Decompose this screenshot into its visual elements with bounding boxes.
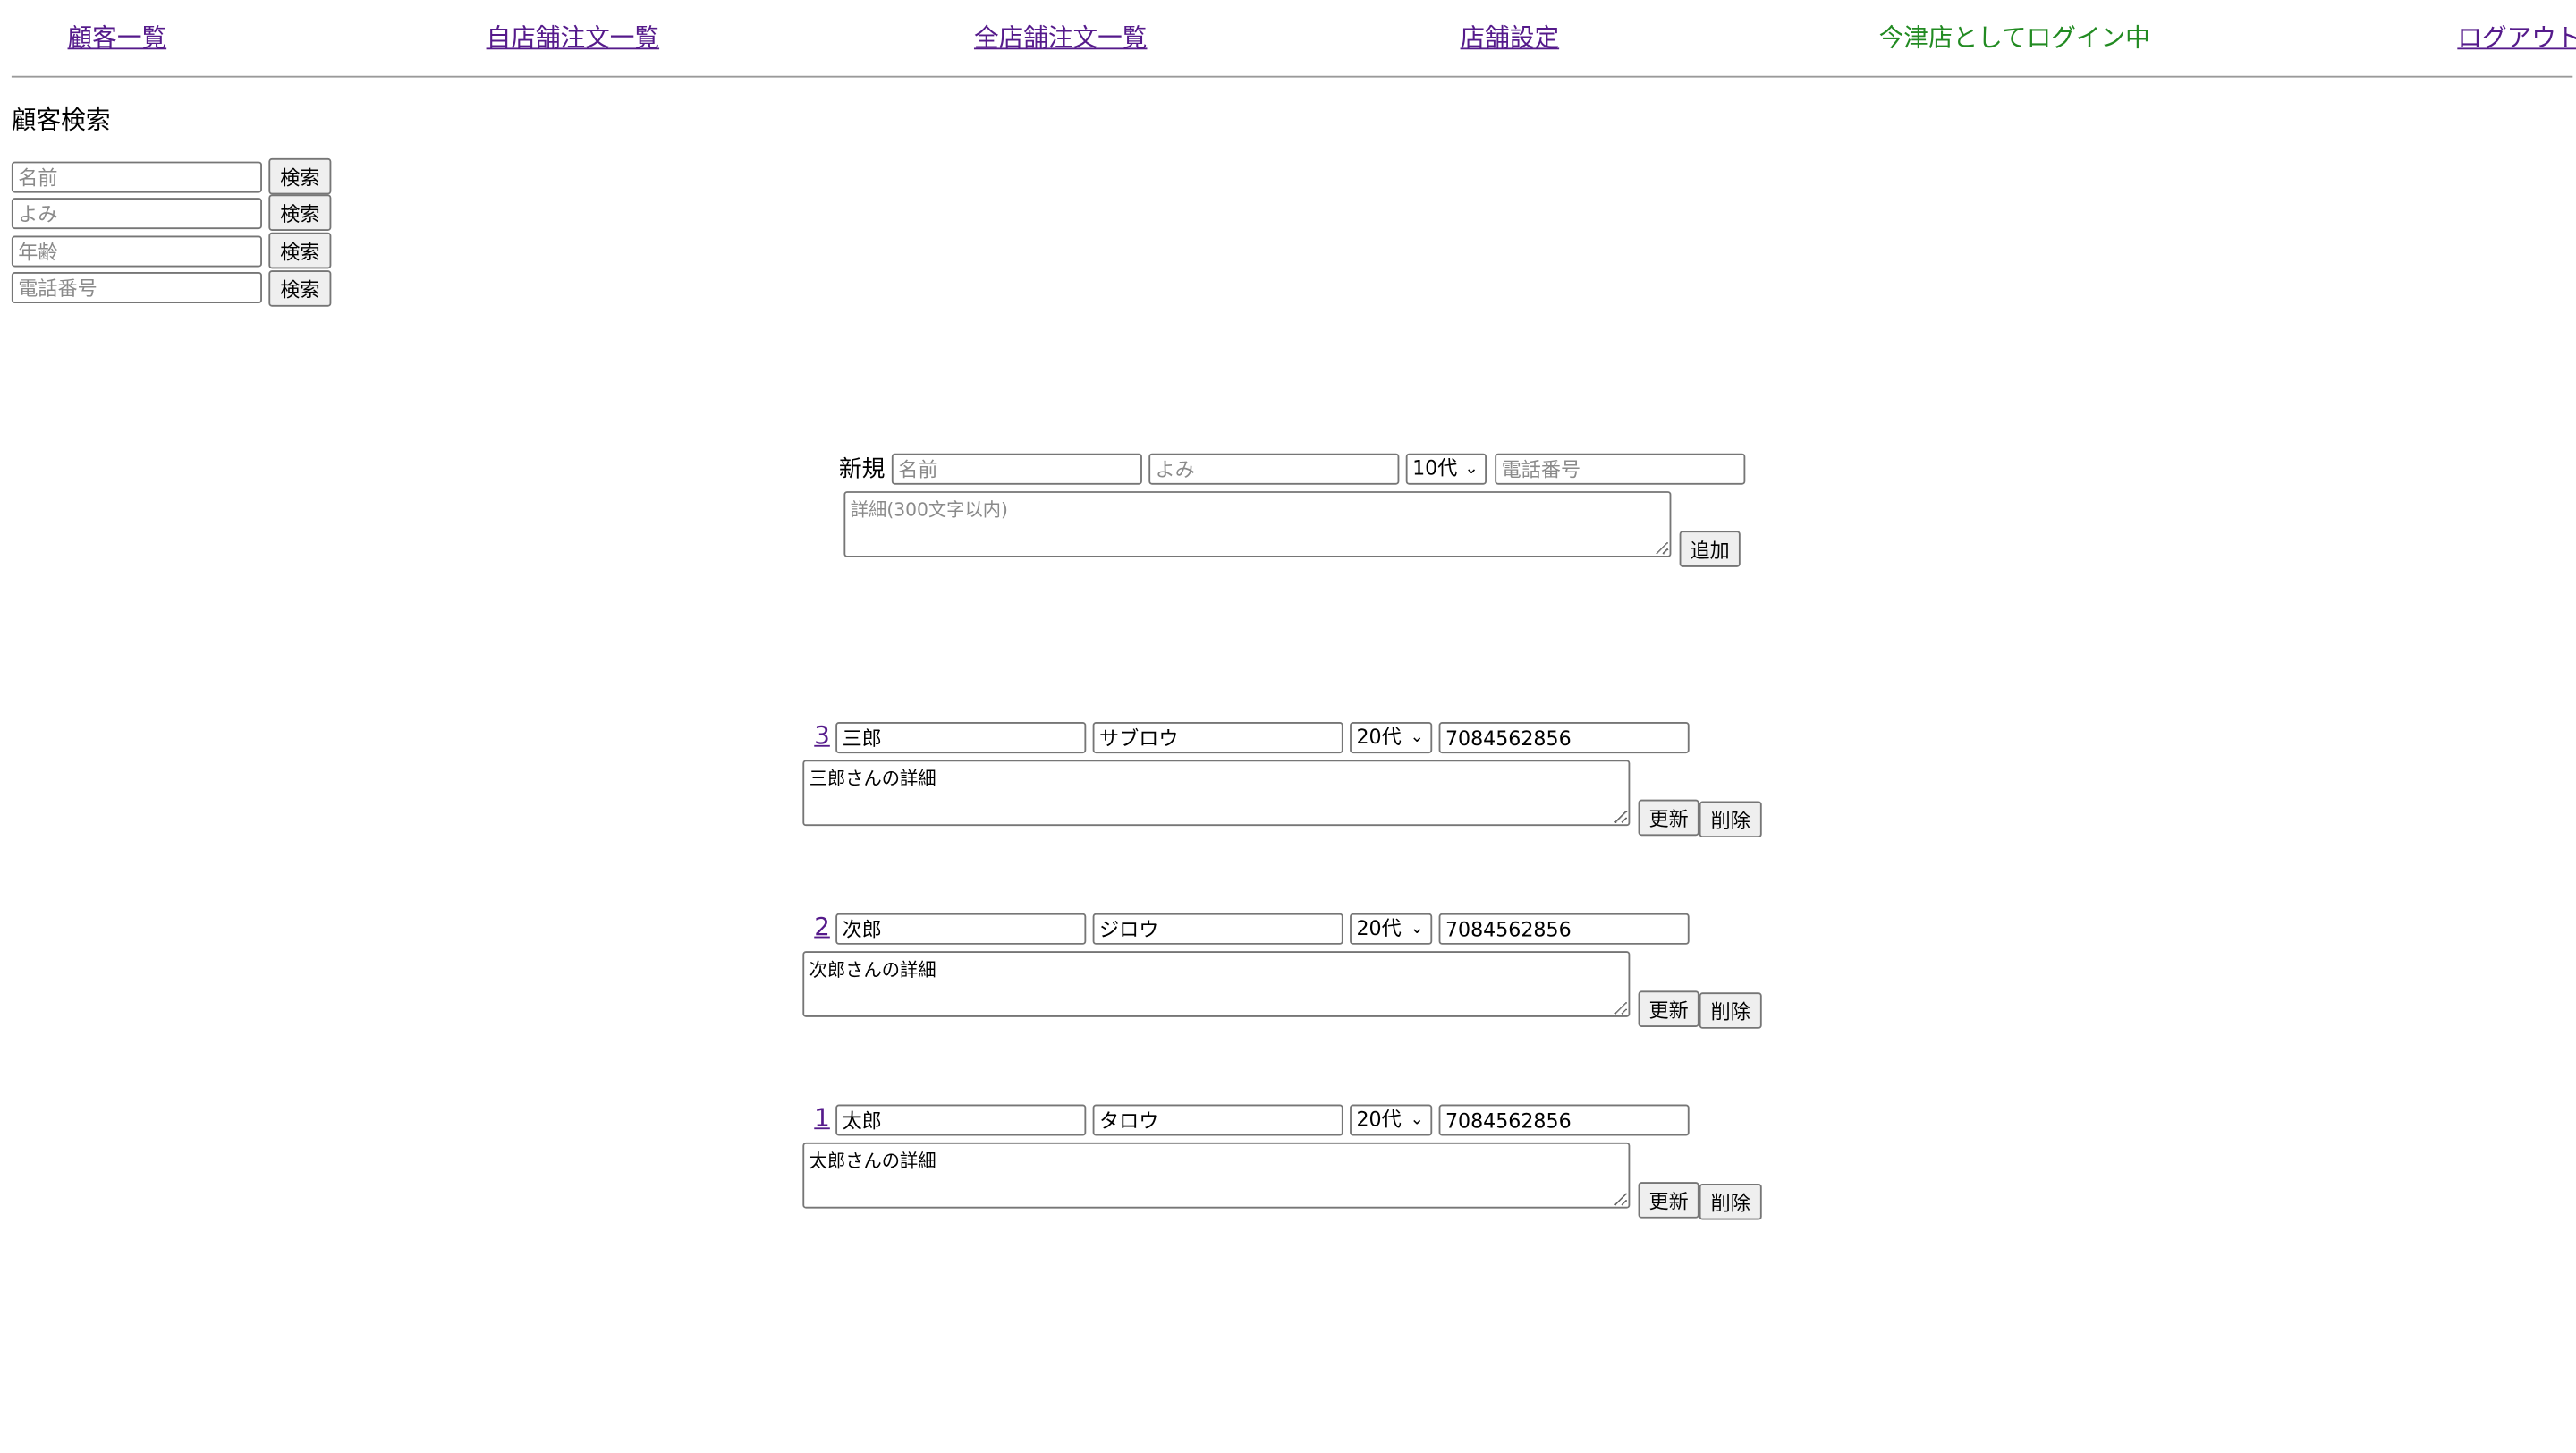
chevron-down-icon: ⌄ [1464, 460, 1479, 479]
customer-yomi-input[interactable] [1092, 722, 1343, 754]
header-divider [11, 75, 2573, 78]
new-name-input[interactable] [891, 453, 1142, 485]
customer-age-value: 20代 [1356, 916, 1402, 940]
update-button[interactable]: 更新 [1638, 799, 1699, 837]
customer-name-input[interactable] [835, 913, 1087, 945]
customer-detail-textarea[interactable]: 三郎さんの詳細 [802, 760, 1631, 827]
customer-age-select[interactable]: 20代 ⌄ [1350, 722, 1433, 754]
customer-id-link[interactable]: 3 [814, 720, 830, 750]
new-phone-input[interactable] [1495, 453, 1746, 485]
customer-detail-textarea[interactable]: 太郎さんの詳細 [802, 1142, 1631, 1209]
customer-yomi-input[interactable] [1092, 1104, 1343, 1136]
customer-yomi-input[interactable] [1092, 913, 1343, 945]
customer-age-value: 20代 [1356, 1108, 1402, 1132]
chevron-down-icon: ⌄ [1410, 920, 1425, 939]
search-phone-button[interactable]: 検索 [268, 270, 332, 307]
search-age-button[interactable]: 検索 [268, 232, 332, 269]
customer-age-select[interactable]: 20代 ⌄ [1350, 1104, 1433, 1136]
update-button[interactable]: 更新 [1638, 990, 1699, 1027]
customer-phone-input[interactable] [1438, 1104, 1690, 1136]
page: 顧客一覧 自店舗注文一覧 全店舗注文一覧 店舗設定 今津店としてログイン中 ログ… [0, 0, 2576, 1452]
customer-id-link[interactable]: 1 [814, 1103, 830, 1133]
customer-id-link[interactable]: 2 [814, 912, 830, 941]
nav-all-orders-link[interactable]: 全店舗注文一覧 [974, 20, 1148, 55]
update-button[interactable]: 更新 [1638, 1182, 1699, 1219]
chevron-down-icon: ⌄ [1410, 1110, 1425, 1130]
customer-age-select[interactable]: 20代 ⌄ [1350, 913, 1433, 945]
search-name-button[interactable]: 検索 [268, 157, 332, 195]
nav-store-settings-link[interactable]: 店舗設定 [1461, 20, 1560, 55]
search-title: 顧客検索 [11, 105, 111, 136]
customer-name-input[interactable] [835, 1104, 1087, 1136]
customer-name-input[interactable] [835, 722, 1087, 754]
chevron-down-icon: ⌄ [1410, 728, 1425, 747]
new-customer-label: 新規 [838, 456, 886, 483]
delete-button[interactable]: 削除 [1699, 992, 1762, 1029]
logout-link[interactable]: ログアウト [2457, 20, 2576, 55]
new-yomi-input[interactable] [1148, 453, 1400, 485]
customer-phone-input[interactable] [1438, 722, 1690, 754]
new-age-value: 10代 [1412, 456, 1458, 480]
search-yomi-input[interactable] [11, 198, 262, 230]
customer-age-value: 20代 [1356, 725, 1402, 749]
login-status: 今津店としてログイン中 [1878, 22, 2150, 53]
new-age-select[interactable]: 10代 ⌄ [1405, 453, 1487, 485]
add-button[interactable]: 追加 [1679, 531, 1741, 567]
customer-phone-input[interactable] [1438, 913, 1690, 945]
customer-detail-textarea[interactable]: 次郎さんの詳細 [802, 951, 1631, 1017]
search-phone-input[interactable] [11, 272, 262, 304]
search-name-input[interactable] [11, 161, 262, 193]
new-detail-textarea[interactable] [843, 491, 1672, 557]
nav-own-orders-link[interactable]: 自店舗注文一覧 [487, 20, 660, 55]
nav-customers-link[interactable]: 顧客一覧 [68, 20, 167, 55]
delete-button[interactable]: 削除 [1699, 1183, 1762, 1220]
search-age-input[interactable] [11, 235, 262, 268]
delete-button[interactable]: 削除 [1699, 801, 1762, 838]
search-yomi-button[interactable]: 検索 [268, 194, 332, 231]
